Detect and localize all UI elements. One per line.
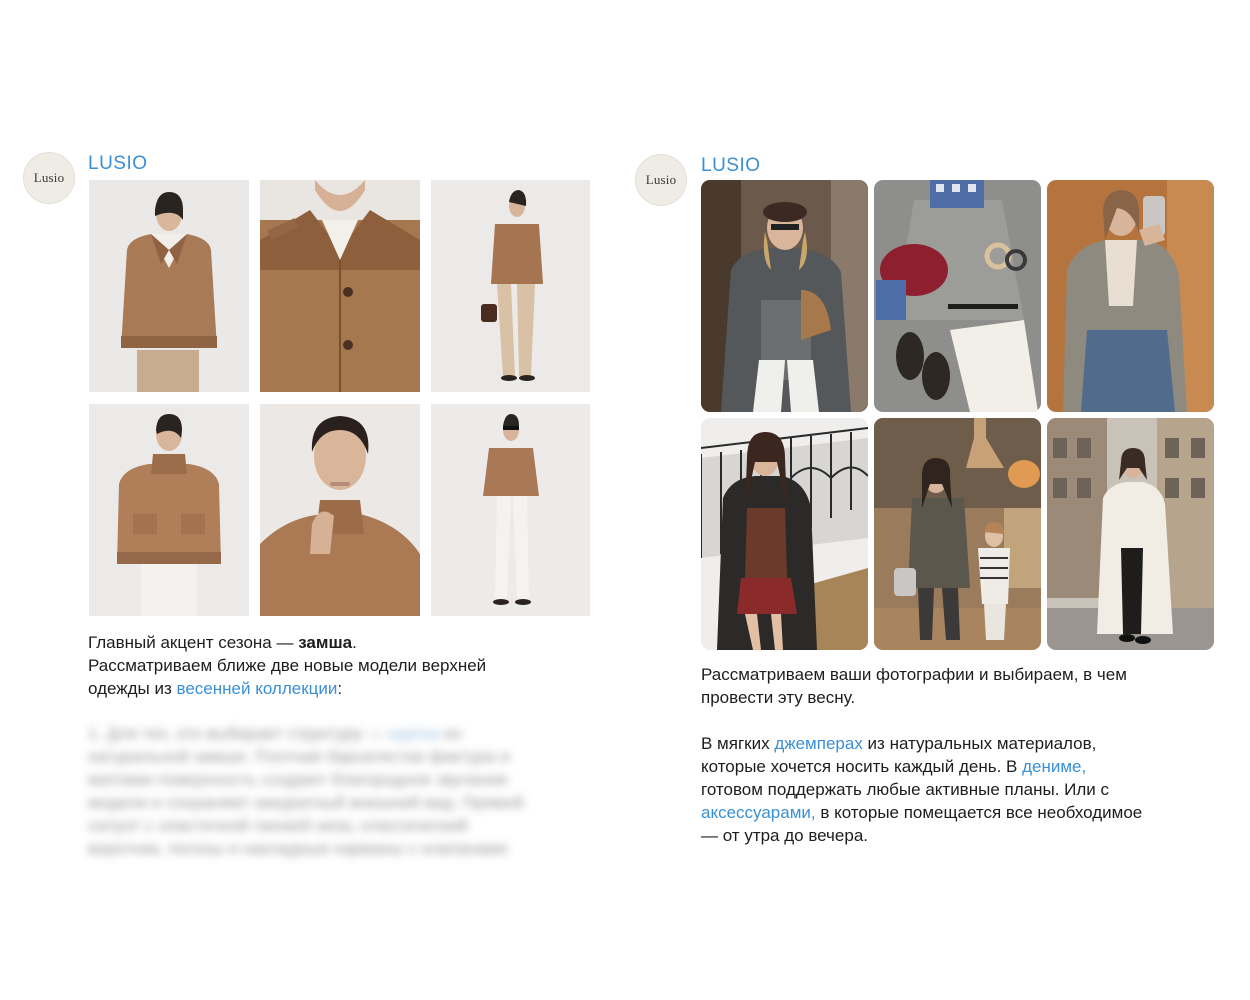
mirror-selfie-blazer-photo-icon [1047,180,1214,412]
suede-jacket-beige-trousers-photo-icon [431,180,590,392]
caption-line-3: одежды из весенней коллекции: [88,679,343,698]
photo-suede-jacket-white-trousers[interactable] [89,404,249,616]
caption-line-5: готовом поддержать любые активные планы.… [701,780,1109,799]
photo-suede-bomber-front[interactable] [89,180,249,392]
model-portrait-suede-photo-icon [260,404,420,616]
street-beret-coat-photo-icon [701,180,868,412]
full-look-sunglasses-photo-icon [431,404,590,616]
denim-link[interactable]: дениме, [1022,757,1086,776]
suede-jacket-white-trousers-photo-icon [89,404,249,616]
photo-leather-coat-stairs[interactable] [701,418,868,650]
photo-mirror-selfie-blazer[interactable] [1047,180,1214,412]
photo-full-look-sunglasses[interactable] [431,404,590,616]
caption-bold-word: замша [298,633,353,652]
sweaters-link[interactable]: джемперах [774,734,863,753]
caption-spacer [701,709,1221,732]
caption-line-4: которые хочется носить каждый день. В де… [701,757,1087,776]
accessories-link[interactable]: аксессуарами, [701,803,816,822]
left-post: Lusio LUSIO Главный акцент сезона — замш… [0,0,620,1000]
blurred-caption-continuation: 1. Для тех, кто выбирает структуру — кур… [88,724,524,858]
channel-avatar[interactable]: Lusio [635,154,687,206]
spring-collection-link[interactable]: весенней коллекции [177,679,338,698]
channel-avatar[interactable]: Lusio [23,152,75,204]
photo-suede-jacket-beige-trousers[interactable] [431,180,590,392]
mother-daughter-cafe-photo-icon [874,418,1041,650]
channel-name[interactable]: LUSIO [701,155,761,177]
white-coat-street-photo-icon [1047,418,1214,650]
flatlay-outfit-photo-icon [874,180,1041,412]
avatar-logo-text: Lusio [33,170,65,185]
caption-line-2: Рассматриваем ближе две новые модели вер… [88,656,487,675]
suede-collar-closeup-photo-icon [260,180,420,392]
avatar-logo-text: Lusio [645,172,677,187]
caption-line-3: В мягких джемперах из натуральных матери… [701,734,1097,753]
caption-line-1: Главный акцент сезона — замша. [88,633,357,652]
photo-street-beret-coat[interactable] [701,180,868,412]
photo-mother-daughter-cafe[interactable] [874,418,1041,650]
caption-line-7: — от утра до вечера. [701,826,869,845]
post-caption: Рассматриваем ваши фотографии и выбираем… [701,663,1221,847]
suede-bomber-front-photo-icon [89,180,249,392]
caption-line-2: провести эту весну. [701,688,856,707]
blurred-jacket-link: куртка [389,724,440,743]
post-caption: Главный акцент сезона — замша. Рассматри… [88,631,588,700]
photo-flatlay-outfit[interactable] [874,180,1041,412]
leather-coat-stairs-photo-icon [701,418,868,650]
photo-white-coat-street[interactable] [1047,418,1214,650]
caption-line-1: Рассматриваем ваши фотографии и выбираем… [701,665,1127,684]
caption-line-6: аксессуарами, в которые помещается все н… [701,803,1143,822]
right-post: Lusio LUSIO Рассматриваем ваши фотографи… [620,0,1250,1000]
photo-model-portrait[interactable] [260,404,420,616]
photo-suede-collar-closeup[interactable] [260,180,420,392]
channel-name[interactable]: LUSIO [88,153,148,175]
